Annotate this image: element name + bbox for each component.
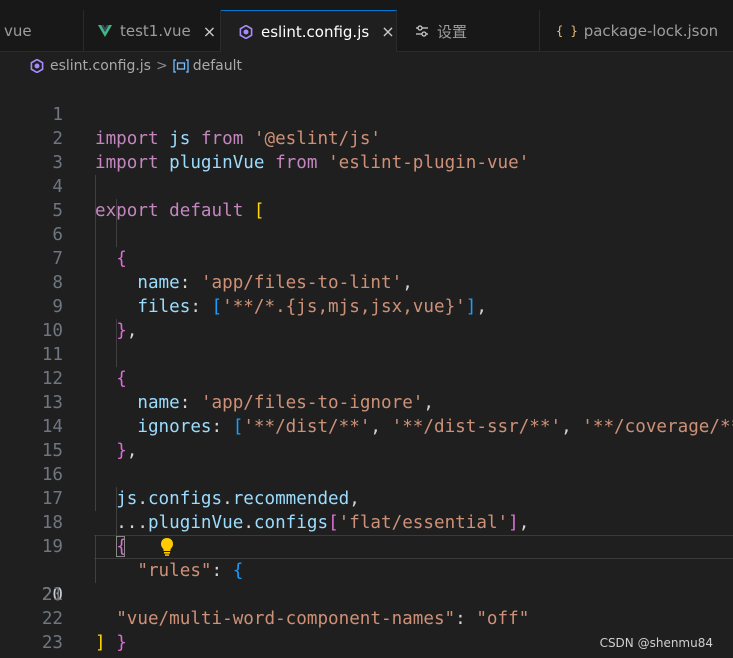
tab-package-lock[interactable]: { } package-lock.json bbox=[540, 10, 733, 52]
eslint-icon bbox=[30, 59, 44, 73]
code-line: 18 "rules": { bbox=[0, 487, 733, 581]
close-icon[interactable]: × bbox=[203, 22, 216, 41]
code-line: 17 { bbox=[0, 463, 733, 557]
code-line: 16 ...pluginVue.configs['flat/essential'… bbox=[0, 439, 733, 533]
code-line: 8 }, bbox=[0, 247, 733, 341]
code-line: 23 bbox=[0, 607, 733, 653]
tab-label: 设置 bbox=[437, 22, 468, 41]
code-line: 7 files: ['**/*.{js,mjs,jsx,vue}'], bbox=[0, 223, 733, 317]
code-line: 1 import js from '@eslint/js' bbox=[0, 80, 733, 149]
code-line: 14 bbox=[0, 391, 733, 437]
code-line: 15 js.configs.recommended, bbox=[0, 415, 733, 509]
code-line: 4 export default [ bbox=[0, 151, 733, 221]
close-icon[interactable]: × bbox=[381, 22, 394, 41]
code-line: 9 bbox=[0, 271, 733, 317]
tab-label: eslint.config.js bbox=[261, 22, 370, 41]
settings-icon bbox=[413, 25, 431, 37]
watermark: CSDN @shenmu84 bbox=[599, 636, 713, 650]
tab-eslint-config[interactable]: eslint.config.js × bbox=[221, 10, 397, 52]
code-editor[interactable]: 1 import js from '@eslint/js' 2 import p… bbox=[0, 80, 733, 658]
tab-label: test1.vue bbox=[120, 22, 191, 40]
symbol-variable-icon bbox=[173, 59, 189, 73]
code-line: 12 ignores: ['**/dist/**', '**/dist-ssr/… bbox=[0, 343, 733, 437]
bracket-match-highlight bbox=[116, 536, 125, 557]
code-line-current: 20 } bbox=[0, 535, 733, 658]
json-icon: { } bbox=[556, 24, 578, 38]
eslint-icon bbox=[237, 24, 255, 39]
breadcrumb-symbol-label: default bbox=[192, 58, 242, 74]
lightbulb-icon[interactable] bbox=[95, 513, 173, 556]
code-line: 5 { bbox=[0, 175, 733, 269]
breadcrumb: eslint.config.js > default bbox=[0, 52, 733, 80]
tab-label: package-lock.json bbox=[583, 22, 719, 40]
code-line: 10 { bbox=[0, 295, 733, 389]
code-line: 21 } bbox=[0, 559, 733, 653]
breadcrumb-file[interactable]: eslint.config.js bbox=[30, 58, 151, 74]
breadcrumb-separator: > bbox=[155, 58, 168, 74]
tab-settings[interactable]: 设置 bbox=[397, 10, 540, 52]
tab-vue[interactable]: vue bbox=[0, 10, 84, 52]
breadcrumb-file-label: eslint.config.js bbox=[50, 58, 151, 74]
code-line: 3 bbox=[0, 127, 733, 173]
code-line: 22 ] bbox=[0, 583, 733, 653]
code-line: 2 import pluginVue from 'eslint-plugin-v… bbox=[0, 103, 733, 173]
tab-bar: vue test1.vue × eslint.config.js × 设置 { … bbox=[0, 0, 733, 52]
code-line: 13 }, bbox=[0, 367, 733, 461]
code-line: 6 name: 'app/files-to-lint', bbox=[0, 199, 733, 293]
breadcrumb-symbol[interactable]: default bbox=[173, 58, 242, 74]
vue-icon bbox=[96, 25, 114, 37]
tab-label: vue bbox=[4, 22, 32, 40]
code-line: 19 "vue/multi-word-component-names": "of… bbox=[0, 511, 733, 629]
tab-test1-vue[interactable]: test1.vue × bbox=[84, 10, 221, 52]
code-line: 11 name: 'app/files-to-ignore', bbox=[0, 319, 733, 413]
